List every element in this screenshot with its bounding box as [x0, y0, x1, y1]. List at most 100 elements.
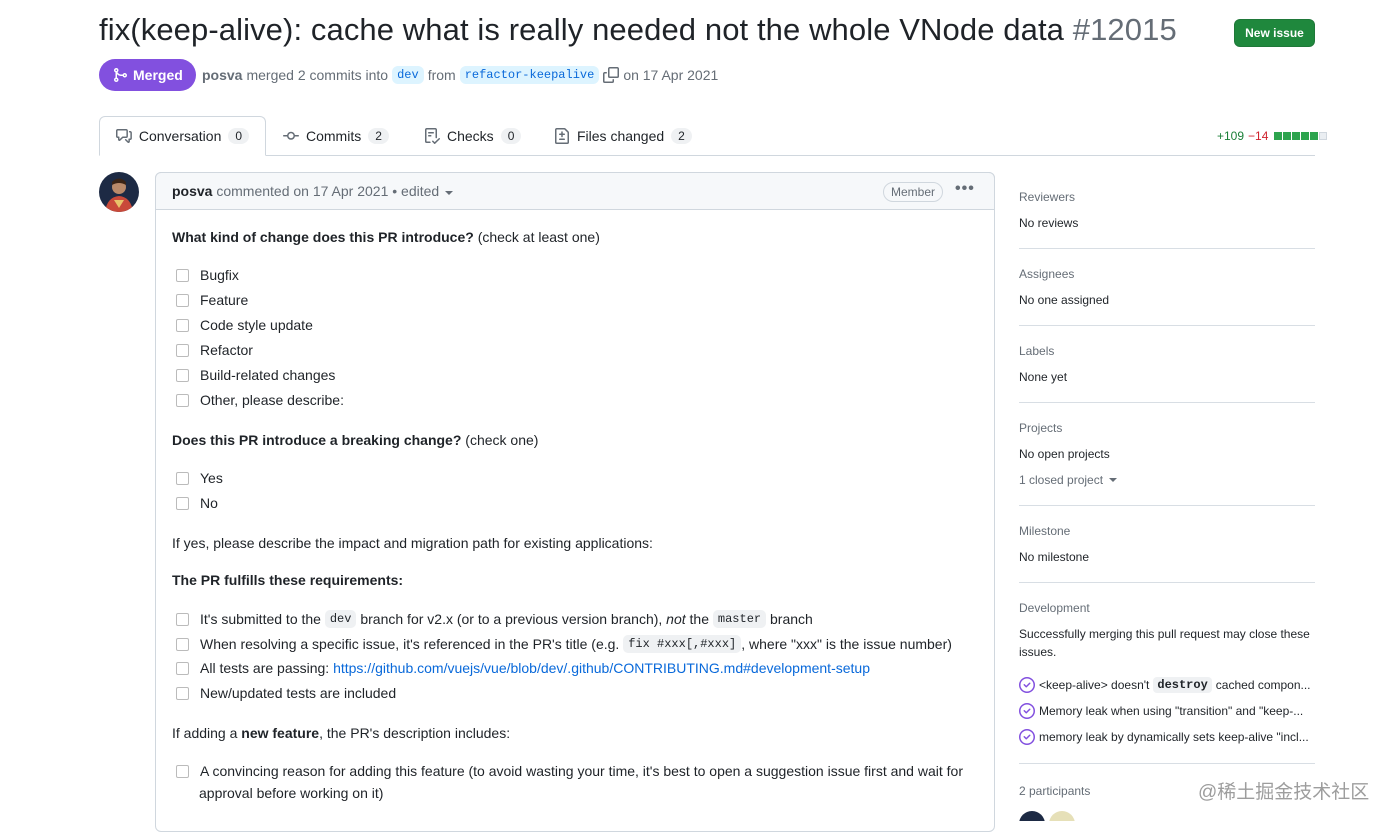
contributing-link[interactable]: https://github.com/vuejs/vue/blob/dev/.g…: [333, 660, 870, 676]
tab-conversation[interactable]: Conversation 0: [99, 116, 266, 156]
new-issue-button[interactable]: New issue: [1234, 19, 1315, 47]
git-merge-icon: [114, 68, 128, 82]
head-branch[interactable]: refactor-keepalive: [459, 66, 600, 84]
diff-additions: +109: [1217, 129, 1245, 143]
linked-issue[interactable]: memory leak by dynamically sets keep-ali…: [1019, 729, 1309, 745]
state-label: Merged: [133, 67, 183, 83]
tab-commits-label: Commits: [306, 128, 362, 144]
checkbox[interactable]: [176, 661, 189, 675]
pr-author-link[interactable]: posva: [202, 67, 242, 83]
diff-block: [1301, 132, 1310, 140]
checkbox-item[interactable]: Other, please describe:: [176, 392, 344, 408]
diff-blocks: [1274, 132, 1328, 140]
closed-projects-label: 1 closed project: [1019, 473, 1104, 487]
checkbox[interactable]: [176, 318, 189, 332]
pr-title: fix(keep-alive): cache what is really ne…: [99, 12, 1177, 48]
text: branch for v2.x (or to a previous versio…: [360, 611, 663, 627]
checkbox[interactable]: [176, 393, 189, 407]
linked-issue[interactable]: <keep-alive> doesn't destroy cached comp…: [1019, 677, 1311, 693]
checkbox-label: Other, please describe:: [200, 392, 344, 408]
linked-issue-title: <keep-alive> doesn't: [1039, 678, 1150, 692]
checkbox[interactable]: [176, 612, 189, 626]
checkbox-item[interactable]: When resolving a specific issue, it's re…: [176, 635, 952, 653]
kebab-menu-icon[interactable]: •••: [955, 180, 975, 198]
merge-date: on 17 Apr 2021: [623, 67, 719, 83]
comment-author[interactable]: posva: [172, 183, 212, 199]
question-rest: (check at least one): [477, 229, 600, 245]
checkbox-label: Yes: [200, 470, 223, 486]
checkbox-item[interactable]: Code style update: [176, 317, 313, 333]
question-bold: Does this PR introduce a breaking change…: [172, 432, 462, 448]
caret-down-icon: [1109, 478, 1118, 482]
assignees-title[interactable]: Assignees: [1019, 267, 1074, 281]
checkbox[interactable]: [176, 637, 189, 651]
closed-projects-toggle[interactable]: 1 closed project: [1019, 473, 1118, 487]
checkbox-item[interactable]: All tests are passing: https://github.co…: [176, 660, 870, 676]
linked-issue-title-rest: cached compon...: [1215, 678, 1311, 692]
base-branch[interactable]: dev: [392, 66, 424, 84]
checkbox-item[interactable]: Bugfix: [176, 267, 239, 283]
linked-issue[interactable]: Memory leak when using "transition" and …: [1019, 703, 1303, 719]
diff-block: [1292, 132, 1301, 140]
assignees-value: No one assigned: [1019, 293, 1110, 307]
text: branch: [770, 611, 813, 627]
projects-title[interactable]: Projects: [1019, 421, 1062, 435]
checkbox-label: New/updated tests are included: [200, 685, 397, 701]
checkbox[interactable]: [176, 471, 189, 485]
checkbox[interactable]: [176, 686, 189, 700]
checkbox-item[interactable]: Yes: [176, 470, 223, 486]
issue-closed-icon: [1019, 703, 1035, 719]
checkbox-item[interactable]: New/updated tests are included: [176, 685, 396, 701]
tab-commits-count: 2: [368, 128, 389, 144]
checkbox[interactable]: [176, 368, 189, 382]
text: the: [689, 611, 709, 627]
tab-checks-label: Checks: [447, 128, 494, 144]
checkbox-item[interactable]: It's submitted to the dev branch for v2.…: [176, 610, 813, 628]
pr-number: #12015: [1072, 12, 1177, 47]
copy-icon[interactable]: [603, 67, 620, 83]
tab-commits[interactable]: Commits 2: [267, 116, 405, 156]
projects-value: No open projects: [1019, 447, 1110, 461]
milestone-title[interactable]: Milestone: [1019, 524, 1070, 538]
merge-text: merged 2 commits into: [246, 67, 389, 83]
checkbox[interactable]: [176, 293, 189, 307]
checkbox[interactable]: [176, 496, 189, 510]
inline-code: master: [712, 610, 767, 628]
development-title[interactable]: Development: [1019, 601, 1090, 615]
watermark: @稀土掘金技术社区: [1198, 782, 1370, 803]
participant-avatar[interactable]: [1049, 811, 1075, 821]
sidebar-divider: [1019, 325, 1315, 326]
checkbox-label-continued: approval before working on it): [199, 785, 384, 801]
avatar-image: [99, 172, 139, 212]
checkbox-item[interactable]: Build-related changes: [176, 367, 335, 383]
comment-meta[interactable]: commented on 17 Apr 2021 • edited: [216, 183, 439, 199]
tab-checks-count: 0: [500, 128, 522, 144]
checkbox-item[interactable]: Refactor: [176, 342, 253, 358]
from-text: from: [427, 67, 456, 83]
text: It's submitted to the: [200, 611, 321, 627]
development-desc-line1: Successfully merging this pull request m…: [1019, 627, 1310, 641]
checkbox[interactable]: [176, 268, 189, 282]
checkbox-label: Bugfix: [200, 267, 239, 283]
issue-closed-icon: [1019, 677, 1035, 693]
caret-down-icon[interactable]: [445, 191, 454, 195]
checkbox[interactable]: [176, 764, 189, 778]
pr-title-text: fix(keep-alive): cache what is really ne…: [99, 12, 1065, 47]
avatar[interactable]: [99, 172, 139, 212]
participant-avatar[interactable]: [1019, 811, 1045, 821]
checkbox-item[interactable]: A convincing reason for adding this feat…: [176, 763, 963, 779]
tab-files-changed[interactable]: Files changed 2: [538, 116, 708, 156]
checkbox-item[interactable]: Feature: [176, 292, 248, 308]
text: When resolving a specific issue, it's re…: [200, 636, 620, 652]
reviewers-title[interactable]: Reviewers: [1019, 190, 1075, 204]
tab-checks[interactable]: Checks 0: [408, 116, 537, 156]
question-change-type: What kind of change does this PR introdu…: [172, 229, 600, 245]
checkbox-item[interactable]: No: [176, 495, 218, 511]
inline-code: destroy: [1153, 677, 1212, 693]
labels-title[interactable]: Labels: [1019, 344, 1054, 358]
tab-conversation-count: 0: [228, 128, 249, 144]
checkbox-label: Code style update: [200, 317, 313, 333]
milestone-value: No milestone: [1019, 550, 1090, 564]
checkbox[interactable]: [176, 343, 189, 357]
feature-text: If adding a new feature, the PR's descri…: [172, 725, 510, 741]
